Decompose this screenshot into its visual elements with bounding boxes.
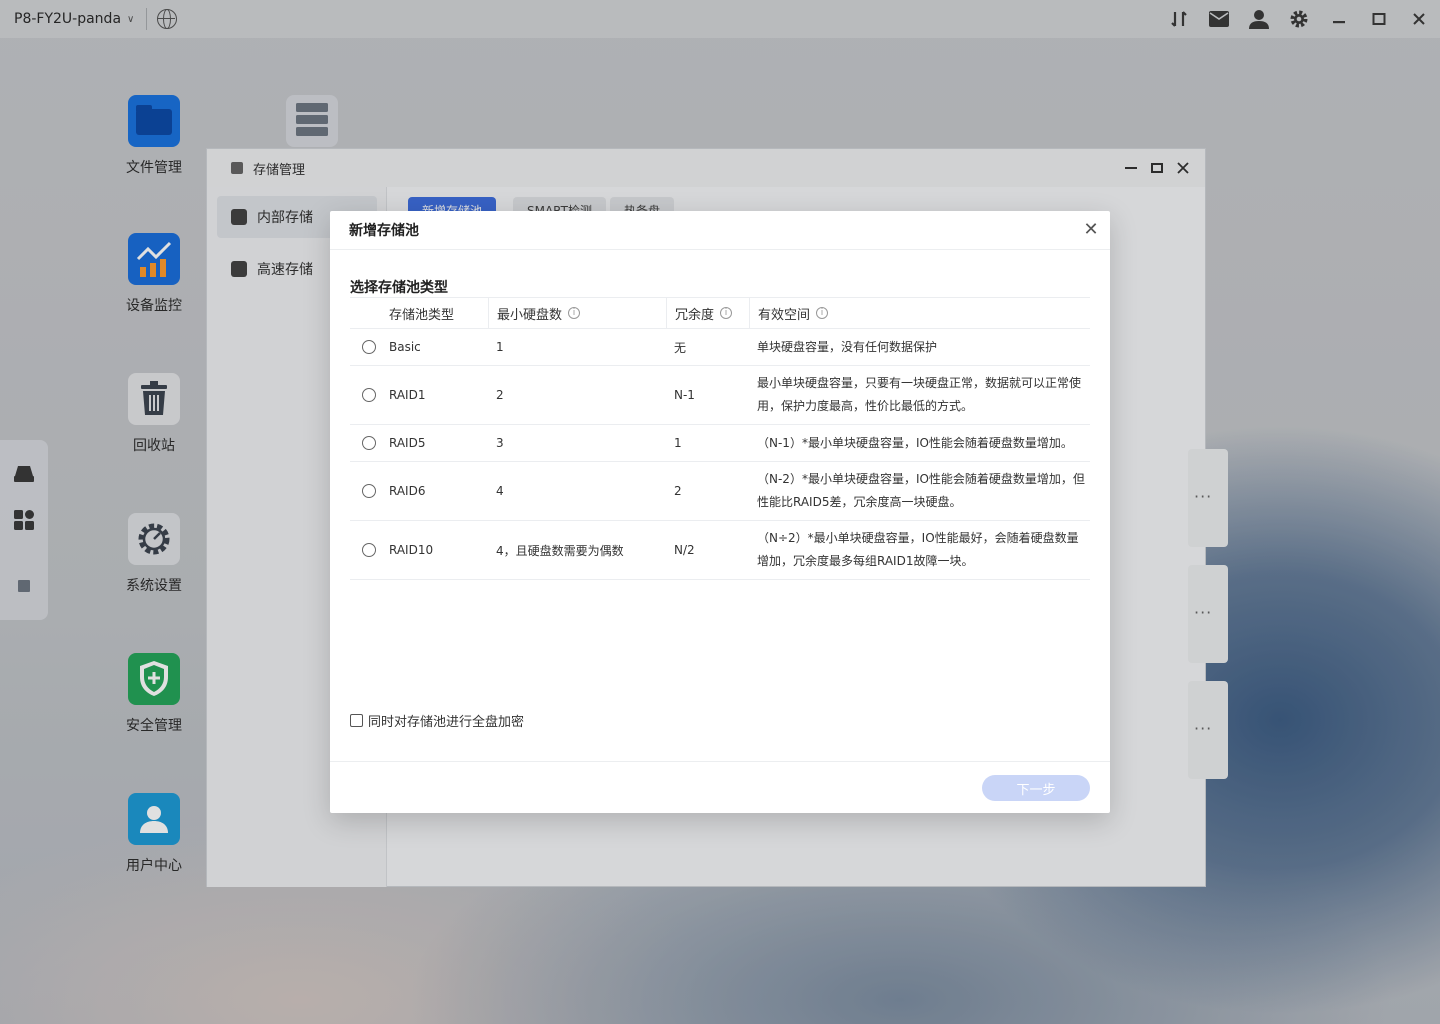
effective-space: （N÷2）*最小单块硬盘容量，IO性能最好，会随着硬盘数量增加，冗余度最多每组R… (757, 531, 1079, 568)
table-row[interactable]: Basic 1 无 单块硬盘容量，没有任何数据保护 (350, 329, 1090, 366)
table-row[interactable]: RAID1 2 N-1 最小单块硬盘容量，只要有一块硬盘正常，数据就可以正常使用… (350, 366, 1090, 425)
pool-type: Basic (389, 340, 421, 354)
column-header: 冗余度 i (666, 297, 749, 329)
radio-button[interactable] (362, 340, 376, 354)
redundancy: 2 (674, 484, 682, 498)
min-disks: 2 (496, 388, 504, 402)
effective-space: （N-1）*最小单块硬盘容量，IO性能会随着硬盘数量增加。 (757, 435, 1073, 450)
new-pool-dialog: 新增存储池 ✕ 选择存储池类型 存储池类型 最小硬盘数 i 冗余度 i 有效空间 i … (330, 211, 1110, 813)
info-icon[interactable]: i (720, 307, 733, 319)
redundancy: 无 (674, 340, 687, 355)
table-row[interactable]: RAID10 4，且硬盘数需要为偶数 N/2 （N÷2）*最小单块硬盘容量，IO… (350, 521, 1090, 580)
radio-cell (350, 436, 388, 450)
effective-space: 单块硬盘容量，没有任何数据保护 (757, 339, 938, 354)
redundancy: 1 (674, 436, 682, 450)
header-spacer (350, 297, 388, 329)
dialog-footer: 下一步 (330, 761, 1110, 813)
column-header: 最小硬盘数 i (488, 297, 666, 329)
column-header: 有效空间 i (749, 297, 1090, 329)
section-title: 选择存储池类型 (350, 280, 448, 296)
min-disks: 4，且硬盘数需要为偶数 (496, 543, 624, 558)
radio-cell (350, 543, 388, 557)
encrypt-label: 同时对存储池进行全盘加密 (368, 715, 525, 730)
radio-button[interactable] (362, 436, 376, 450)
radio-cell (350, 484, 388, 498)
column-header: 存储池类型 (388, 297, 488, 329)
table-header: 存储池类型 最小硬盘数 i 冗余度 i 有效空间 i (350, 297, 1090, 329)
redundancy: N-1 (674, 388, 695, 402)
radio-button[interactable] (362, 543, 376, 557)
table-row[interactable]: RAID5 3 1 （N-1）*最小单块硬盘容量，IO性能会随着硬盘数量增加。 (350, 425, 1090, 462)
min-disks: 4 (496, 484, 504, 498)
encrypt-option[interactable]: 同时对存储池进行全盘加密 (350, 711, 524, 730)
column-header-label: 有效空间 (758, 307, 811, 323)
pool-type: RAID10 (389, 543, 434, 557)
pool-type: RAID5 (389, 436, 426, 450)
column-header-label: 最小硬盘数 (497, 307, 563, 323)
effective-space: （N-2）*最小单块硬盘容量，IO性能会随着硬盘数量增加，但性能比RAID5差，… (757, 472, 1085, 509)
pool-type-table: 存储池类型 最小硬盘数 i 冗余度 i 有效空间 i Basic 1 无 单块硬盘容量… (350, 297, 1090, 580)
pool-type: RAID6 (389, 484, 426, 498)
close-icon[interactable]: ✕ (1082, 221, 1100, 239)
dialog-title: 新增存储池 (349, 223, 419, 239)
encrypt-checkbox[interactable] (350, 714, 363, 727)
next-button[interactable]: 下一步 (982, 775, 1090, 801)
info-icon[interactable]: i (568, 307, 581, 319)
radio-cell (350, 388, 388, 402)
redundancy: N/2 (674, 543, 695, 557)
dialog-header: 新增存储池 ✕ (330, 211, 1110, 250)
pool-type: RAID1 (389, 388, 426, 402)
table-row[interactable]: RAID6 4 2 （N-2）*最小单块硬盘容量，IO性能会随着硬盘数量增加，但… (350, 462, 1090, 521)
min-disks: 1 (496, 340, 504, 354)
radio-button[interactable] (362, 388, 376, 402)
info-icon[interactable]: i (816, 307, 829, 319)
column-header-label: 冗余度 (675, 307, 715, 323)
radio-button[interactable] (362, 484, 376, 498)
effective-space: 最小单块硬盘容量，只要有一块硬盘正常，数据就可以正常使用，保护力度最高，性价比最… (757, 376, 1082, 413)
min-disks: 3 (496, 436, 504, 450)
radio-cell (350, 340, 388, 354)
column-header-label: 存储池类型 (389, 307, 455, 323)
